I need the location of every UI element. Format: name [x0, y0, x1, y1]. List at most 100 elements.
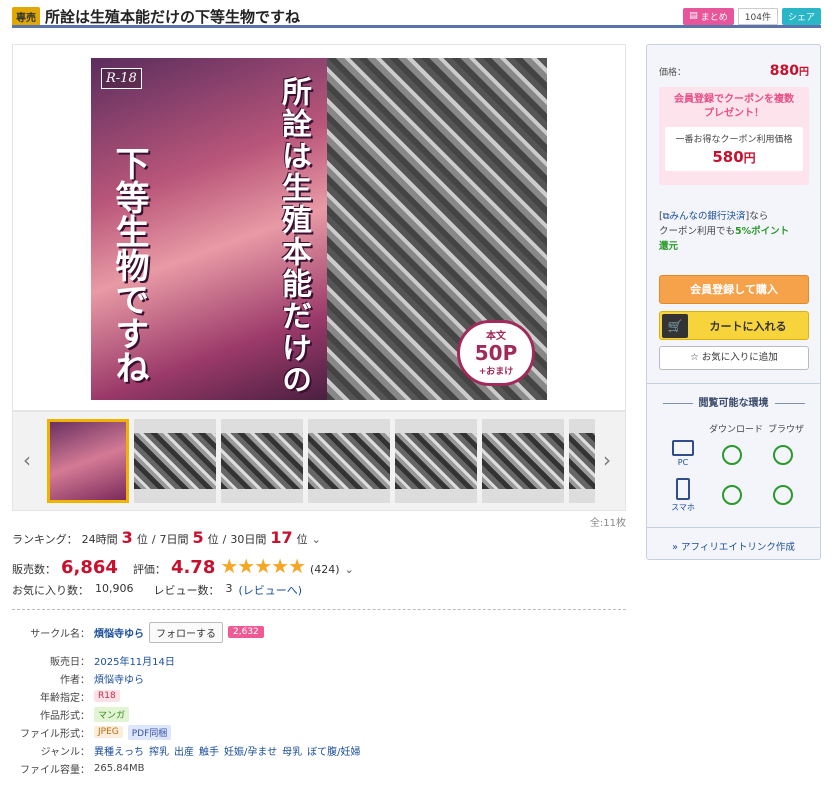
follow-button[interactable]: フォローする	[149, 621, 223, 643]
info-row-author: 作者： 煩悩寺ゆら	[14, 671, 624, 686]
bank-promo: [⧉みんなの銀行決済]なら クーポン利用でも5%ポイント 還元	[659, 209, 814, 254]
sp-env: スマホ	[670, 478, 696, 513]
cover-art: R-18 所詮は生殖本能だけの 下等生物ですね	[91, 58, 327, 400]
favorite-label: お気に入りに追加	[701, 352, 778, 363]
bank-suffix: ]なら	[745, 211, 769, 222]
sp-browser-ok-icon	[773, 485, 793, 505]
image-total-count: 全:11枚	[589, 518, 626, 529]
page-count-badge: 本文 50P +おまけ	[457, 320, 535, 386]
pc-download-ok-icon	[722, 445, 742, 465]
ranking-30d-label: 30日間	[230, 533, 267, 546]
thumbnail-7[interactable]	[569, 419, 595, 503]
sales-label: 販売数：	[12, 563, 56, 576]
rating-stars-icon: ★★★★★	[220, 554, 306, 578]
ranking-row: ランキング： 24時間 3 位 / 7日間 5 位 / 30日間 17 位 ⌄	[12, 528, 321, 547]
main-image-viewer[interactable]: R-18 所詮は生殖本能だけの 下等生物ですね 本文 50P +おまけ	[12, 44, 626, 411]
affiliate-link[interactable]: » アフィリエイトリンク作成	[647, 539, 820, 553]
prev-arrow-icon[interactable]: ‹	[23, 448, 31, 472]
follower-count: 2,632	[228, 626, 264, 638]
thumbnail-5[interactable]	[395, 419, 477, 503]
page-badge-label: 本文	[486, 331, 506, 342]
thumbnail-4[interactable]	[308, 419, 390, 503]
ranking-expand-icon[interactable]: ⌄	[312, 533, 321, 546]
ranking-7d-value: 5	[192, 528, 204, 547]
ranking-unit: 位	[207, 533, 219, 546]
genre-link[interactable]: 母乳	[282, 743, 302, 758]
page-badge-count: 50P	[474, 341, 518, 365]
fav-label: お気に入り数：	[12, 584, 89, 597]
price-value: 880円	[770, 63, 809, 79]
genre-link[interactable]: 出産	[174, 743, 194, 758]
age-tag[interactable]: R18	[94, 690, 120, 702]
sample-pages-art: 本文 50P +おまけ	[327, 58, 547, 400]
thumbnail-2[interactable]	[134, 419, 216, 503]
thumbnail-1[interactable]	[47, 419, 129, 503]
bank-link[interactable]: みんなの銀行決済	[670, 211, 746, 222]
bank-line3: 還元	[659, 241, 679, 252]
favorites-row: お気に入り数： 10,906 レビュー数： 3 (レビューへ)	[12, 582, 302, 598]
cover-title: 所詮は生殖本能だけの	[276, 76, 311, 396]
format-tag[interactable]: マンガ	[94, 706, 130, 722]
coupon-price-box: 一番お得なクーポン利用価格 580円	[665, 127, 803, 171]
ranking-7d-label: 7日間	[159, 533, 189, 546]
header-actions: ▤ まとめ 104件 シェア	[683, 7, 821, 25]
author-link[interactable]: 煩悩寺ゆら	[94, 671, 144, 686]
coupon-box: 会員登録でクーポンを複数 プレゼント！ 一番お得なクーポン利用価格 580円	[659, 87, 809, 185]
thumbnail-image	[221, 433, 303, 489]
affiliate-label: アフィリエイトリンク作成	[681, 542, 795, 553]
review-count: 3	[225, 582, 233, 595]
rating-expand-icon[interactable]: ⌄	[345, 563, 354, 576]
thumbnail-image	[482, 433, 564, 489]
pc-env: PC	[670, 440, 696, 467]
add-favorite-button[interactable]: ☆ お気に入りに追加	[659, 346, 809, 370]
coupon-message-line2: プレゼント！	[704, 108, 764, 119]
thumbnail-image	[569, 433, 595, 489]
pc-icon	[672, 440, 694, 456]
next-arrow-icon[interactable]: ›	[603, 448, 611, 472]
cart-icon: 🛒	[662, 313, 688, 338]
genre-link[interactable]: 搾乳	[149, 743, 169, 758]
share-button[interactable]: シェア	[781, 7, 821, 25]
cover-image[interactable]: R-18 所詮は生殖本能だけの 下等生物ですね 本文 50P +おまけ	[91, 58, 547, 400]
review-link[interactable]: (レビューへ)	[239, 582, 303, 598]
genre-label: ジャンル：	[40, 746, 91, 758]
panel-divider	[647, 527, 820, 528]
coupon-price-label: 一番お得なクーポン利用価格	[675, 135, 793, 145]
circle-label: サークル名：	[30, 628, 90, 640]
thumbnail-strip: ‹ ›	[12, 411, 626, 511]
thumbnail-image	[134, 433, 216, 489]
release-date-link[interactable]: 2025年11月14日	[94, 653, 175, 668]
register-purchase-button[interactable]: 会員登録して購入	[659, 275, 809, 304]
matome-button[interactable]: ▤ まとめ	[683, 7, 734, 25]
cart-label: カートに入れる	[709, 319, 787, 333]
genre-link[interactable]: 触手	[199, 743, 219, 758]
age-label: 年齢指定：	[40, 692, 90, 704]
bank-line2: クーポン利用でも	[659, 226, 736, 237]
price-number: 880	[769, 63, 799, 79]
thumbnail-image	[308, 433, 390, 489]
format-label: 作品形式：	[40, 710, 90, 722]
thumbnail-3[interactable]	[221, 419, 303, 503]
file-tag-jpeg[interactable]: JPEG	[94, 726, 123, 738]
rating-label: 評価：	[132, 563, 166, 576]
add-to-cart-button[interactable]: 🛒 カートに入れる	[659, 311, 809, 340]
genre-link[interactable]: 異種えっち	[94, 743, 144, 758]
genre-link[interactable]: ぼて腹/妊婦	[307, 743, 360, 758]
info-row-circle: サークル名： 煩悩寺ゆら フォローする 2,632	[14, 621, 624, 643]
coupon-message[interactable]: 会員登録でクーポンを複数 プレゼント！	[659, 93, 809, 121]
smartphone-label: スマホ	[671, 503, 695, 512]
info-row-age: 年齢指定： R18	[14, 689, 624, 704]
thumbnail-6[interactable]	[482, 419, 564, 503]
matome-icon: ▤	[689, 11, 698, 21]
header-divider	[12, 25, 821, 28]
sales-count: 6,864	[61, 557, 118, 578]
genre-link[interactable]: 妊娠/孕ませ	[224, 743, 277, 758]
file-tag-pdf[interactable]: PDF同梱	[127, 724, 172, 740]
circle-name-link[interactable]: 煩悩寺ゆら	[94, 625, 144, 640]
fav-count: 10,906	[95, 582, 134, 595]
price-label: 価格：	[659, 68, 687, 78]
env-download-header: ダウンロード	[709, 425, 764, 435]
pc-label: PC	[677, 458, 689, 467]
sales-row: 販売数： 6,864 評価： 4.78 ★★★★★ (424) ⌄	[12, 554, 354, 578]
info-row-size: ファイル容量： 265.84MB	[14, 761, 624, 776]
